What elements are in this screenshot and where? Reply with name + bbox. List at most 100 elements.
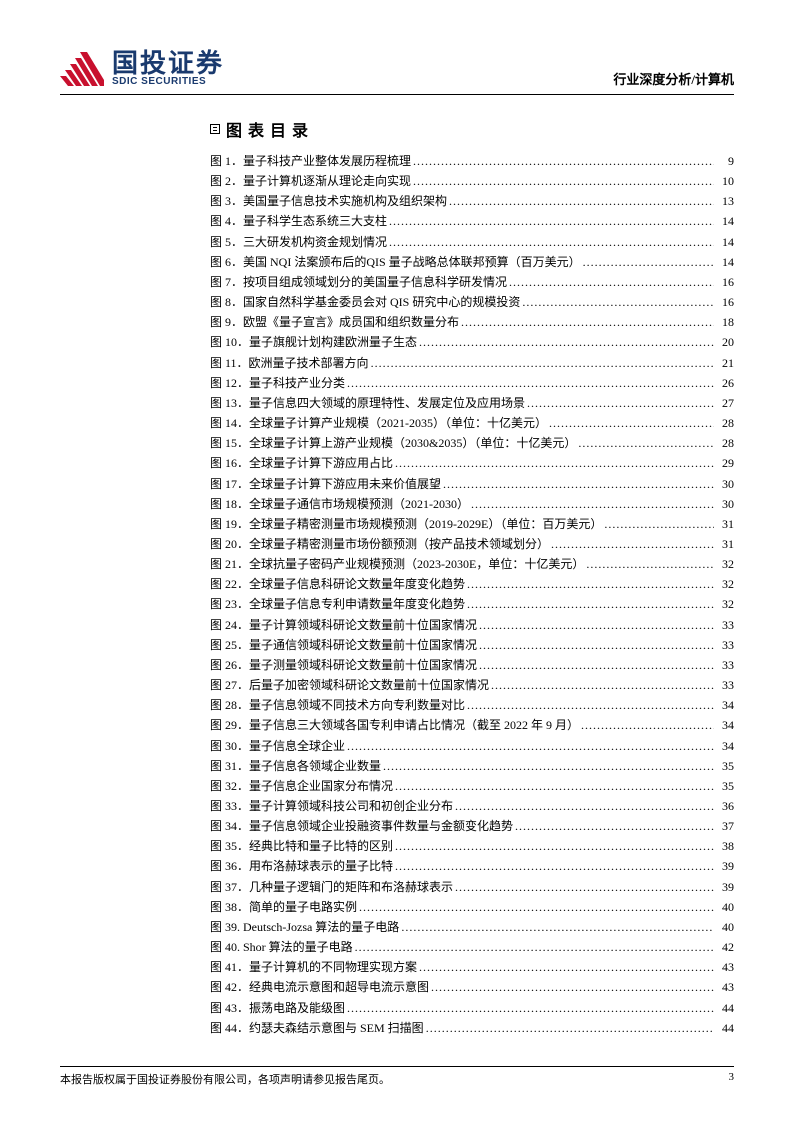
toc-item-label: 图 33．量子计算领域科技公司和初创企业分布 — [210, 796, 453, 816]
toc-dots — [419, 957, 714, 977]
toc-dots — [449, 191, 714, 211]
toc-dots — [413, 171, 714, 191]
logo-text: 国投证券 SDIC SECURITIES — [112, 50, 224, 88]
toc-item-page: 34 — [716, 736, 734, 756]
toc-dots — [383, 756, 714, 776]
toc-dots — [395, 856, 714, 876]
toc-item: 图 28．量子信息领域不同技术方向专利数量对比34 — [210, 695, 734, 715]
toc-item: 图 40. Shor 算法的量子电路42 — [210, 937, 734, 957]
toc-item-label: 图 34．量子信息领域企业投融资事件数量与金额变化趋势 — [210, 816, 513, 836]
toc-item-label: 图 23．全球量子信息专利申请数量年度变化趋势 — [210, 594, 465, 614]
toc-item-page: 30 — [716, 494, 734, 514]
toc-item-label: 图 25．量子通信领域科研论文数量前十位国家情况 — [210, 635, 477, 655]
toc-item-page: 39 — [716, 856, 734, 876]
toc-dots — [578, 433, 714, 453]
toc-item: 图 15．全球量子计算上游产业规模（2030&2035）（单位：十亿美元）28 — [210, 433, 734, 453]
logo: 国投证券 SDIC SECURITIES — [60, 50, 224, 88]
toc-dots — [467, 574, 714, 594]
toc-dots — [443, 474, 714, 494]
toc-item: 图 18．全球量子通信市场规模预测（2021-2030） 30 — [210, 494, 734, 514]
toc-item: 图 23．全球量子信息专利申请数量年度变化趋势32 — [210, 594, 734, 614]
toc-item: 图 35．经典比特和量子比特的区别38 — [210, 836, 734, 856]
logo-text-zh: 国投证券 — [112, 50, 224, 76]
toc-dots — [347, 373, 714, 393]
toc-item: 图 4．量子科学生态系统三大支柱 14 — [210, 211, 734, 231]
list-icon — [210, 124, 220, 134]
toc-dots — [401, 917, 714, 937]
toc-dots — [586, 554, 714, 574]
toc-item: 图 6．美国 NQI 法案颁布后的QIS 量子战略总体联邦预算（百万美元）14 — [210, 252, 734, 272]
toc-item: 图 21．全球抗量子密码产业规模预测（2023-2030E，单位：十亿美元）32 — [210, 554, 734, 574]
toc-item-page: 33 — [716, 635, 734, 655]
header-category: 行业深度分析/计算机 — [613, 69, 734, 88]
toc-dots — [527, 393, 714, 413]
toc-item: 图 29．量子信息三大领域各国专利申请占比情况（截至 2022 年 9 月）34 — [210, 715, 734, 735]
toc-item-label: 图 38．简单的量子电路实例 — [210, 897, 357, 917]
toc-item-label: 图 36．用布洛赫球表示的量子比特 — [210, 856, 393, 876]
toc-dots — [389, 211, 714, 231]
toc-item: 图 20．全球量子精密测量市场份额预测（按产品技术领域划分）31 — [210, 534, 734, 554]
toc-item: 图 27．后量子加密领域科研论文数量前十位国家情况33 — [210, 675, 734, 695]
toc-item-page: 26 — [716, 373, 734, 393]
toc-item: 图 39. Deutsch-Jozsa 算法的量子电路 40 — [210, 917, 734, 937]
toc-dots — [347, 736, 714, 756]
toc-item-page: 21 — [716, 353, 734, 373]
toc-item-page: 30 — [716, 474, 734, 494]
toc-item: 图 12．量子科技产业分类 26 — [210, 373, 734, 393]
toc-item: 图 10．量子旗舰计划构建欧洲量子生态 20 — [210, 332, 734, 352]
toc-dots — [583, 252, 714, 272]
toc-item-page: 36 — [716, 796, 734, 816]
toc-item: 图 3．美国量子信息技术实施机构及组织架构13 — [210, 191, 734, 211]
toc-dots — [522, 292, 714, 312]
toc-item-page: 35 — [716, 776, 734, 796]
toc-dots — [347, 998, 714, 1018]
toc-item-label: 图 1．量子科技产业整体发展历程梳理 — [210, 151, 411, 171]
toc-item-page: 9 — [716, 151, 734, 171]
toc-item-label: 图 4．量子科学生态系统三大支柱 — [210, 211, 387, 231]
toc-item: 图 2．量子计算机逐渐从理论走向实现 10 — [210, 171, 734, 191]
toc-item-label: 图 41．量子计算机的不同物理实现方案 — [210, 957, 417, 977]
toc-item-label: 图 31．量子信息各领域企业数量 — [210, 756, 381, 776]
toc-item-page: 33 — [716, 615, 734, 635]
toc-item: 图 30．量子信息全球企业34 — [210, 736, 734, 756]
toc-item-label: 图 2．量子计算机逐渐从理论走向实现 — [210, 171, 411, 191]
toc-item-page: 44 — [716, 998, 734, 1018]
toc-item-label: 图 22．全球量子信息科研论文数量年度变化趋势 — [210, 574, 465, 594]
toc-item-page: 16 — [716, 292, 734, 312]
content: 图表目录 图 1．量子科技产业整体发展历程梳理9图 2．量子计算机逐渐从理论走向… — [60, 117, 734, 1038]
toc-dots — [509, 272, 714, 292]
toc-item-label: 图 44．约瑟夫森结示意图与 SEM 扫描图 — [210, 1018, 424, 1038]
toc-item-label: 图 39. Deutsch-Jozsa 算法的量子电路 — [210, 917, 399, 937]
toc-item-label: 图 18．全球量子通信市场规模预测（2021-2030） — [210, 494, 469, 514]
toc-item: 图 22．全球量子信息科研论文数量年度变化趋势32 — [210, 574, 734, 594]
toc-dots — [455, 796, 714, 816]
toc-dots — [479, 615, 714, 635]
toc-item-label: 图 32．量子信息企业国家分布情况 — [210, 776, 393, 796]
toc-item-label: 图 29．量子信息三大领域各国专利申请占比情况（截至 2022 年 9 月） — [210, 715, 579, 735]
toc-item-page: 40 — [716, 917, 734, 937]
toc-dots — [515, 816, 714, 836]
toc-item-page: 14 — [716, 211, 734, 231]
page-number: 3 — [729, 1071, 735, 1087]
toc-item: 图 17．全球量子计算下游应用未来价值展望30 — [210, 474, 734, 494]
toc-dots — [467, 594, 714, 614]
toc-item-page: 43 — [716, 957, 734, 977]
page-header: 国投证券 SDIC SECURITIES 行业深度分析/计算机 — [60, 50, 734, 95]
toc-item-label: 图 21．全球抗量子密码产业规模预测（2023-2030E，单位：十亿美元） — [210, 554, 584, 574]
toc-item-label: 图 12．量子科技产业分类 — [210, 373, 345, 393]
toc-item-page: 10 — [716, 171, 734, 191]
toc-dots — [467, 695, 714, 715]
toc-item-label: 图 24．量子计算领域科研论文数量前十位国家情况 — [210, 615, 477, 635]
toc-item-page: 16 — [716, 272, 734, 292]
toc-item-label: 图 7．按项目组成领域划分的美国量子信息科学研发情况 — [210, 272, 507, 292]
toc-item: 图 33．量子计算领域科技公司和初创企业分布 36 — [210, 796, 734, 816]
toc-item: 图 11．欧洲量子技术部署方向21 — [210, 353, 734, 373]
toc-item-label: 图 20．全球量子精密测量市场份额预测（按产品技术领域划分） — [210, 534, 549, 554]
toc-item: 图 13．量子信息四大领域的原理特性、发展定位及应用场景27 — [210, 393, 734, 413]
toc-item-page: 14 — [716, 232, 734, 252]
toc-item-page: 20 — [716, 332, 734, 352]
toc-item: 图 32．量子信息企业国家分布情况 35 — [210, 776, 734, 796]
toc-item-label: 图 10．量子旗舰计划构建欧洲量子生态 — [210, 332, 417, 352]
toc-item-page: 33 — [716, 655, 734, 675]
toc-item-page: 37 — [716, 816, 734, 836]
